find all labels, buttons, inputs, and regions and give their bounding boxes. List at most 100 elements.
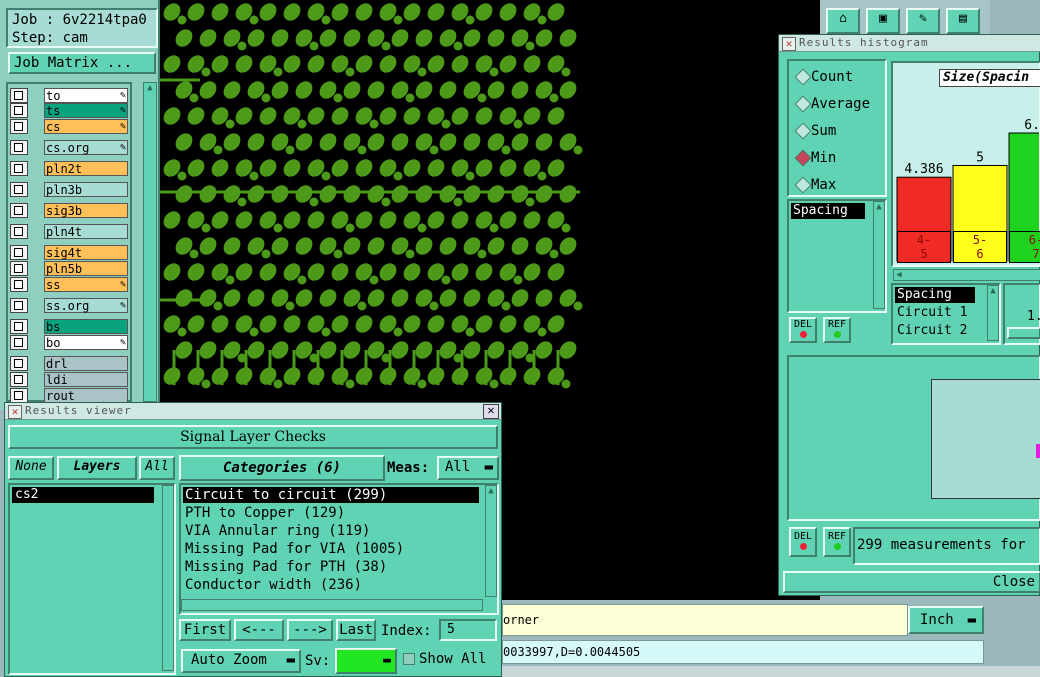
layer-list-scrollbar[interactable]: ▲	[143, 82, 157, 402]
layers-button[interactable]: Layers	[57, 456, 137, 480]
radio-min[interactable]	[794, 149, 812, 167]
layer-row-sig3b[interactable]: sig3b	[10, 203, 128, 218]
all-layers-button[interactable]: All	[139, 456, 175, 480]
meas-dropdown[interactable]: All ▬	[437, 456, 499, 480]
bar-value-label: 4.386	[904, 162, 943, 177]
layer-checkbox[interactable]	[10, 182, 28, 197]
signal-layer-checks-header[interactable]: Signal Layer Checks	[8, 425, 498, 449]
scroll-up-icon[interactable]: ▲	[486, 486, 496, 496]
radio-sum[interactable]	[794, 122, 812, 140]
preview-del-button[interactable]: DEL	[789, 527, 817, 557]
attribute-item[interactable]: Circuit 2	[897, 323, 967, 339]
attribute-item[interactable]: Spacing	[895, 287, 975, 303]
layer-row-drl[interactable]: drl	[10, 356, 128, 371]
prev-button[interactable]: <---	[234, 619, 284, 641]
slider-thumb[interactable]	[1007, 327, 1040, 339]
next-button[interactable]: --->	[287, 619, 333, 641]
index-input[interactable]: 5	[439, 619, 497, 641]
layer-row-bs[interactable]: bs	[10, 319, 128, 334]
layer-checkbox[interactable]	[10, 245, 28, 260]
scroll-up-icon[interactable]: ▲	[874, 202, 884, 212]
viewer-layer-item[interactable]: cs2	[12, 487, 154, 503]
categories-hscrollbar[interactable]	[181, 599, 483, 611]
layer-row-to[interactable]: to ✎	[10, 88, 128, 103]
radio-max[interactable]	[794, 176, 812, 194]
layer-row-pln3b[interactable]: pln3b	[10, 182, 128, 197]
layer-name: cs	[44, 119, 128, 134]
pcb-canvas[interactable]	[160, 0, 820, 410]
layer-row-pln5b[interactable]: pln5b	[10, 261, 128, 276]
results-viewer-titlebar[interactable]: ✕ Results viewer ✕	[5, 403, 501, 420]
layer-checkbox[interactable]	[10, 298, 28, 313]
none-button[interactable]: None	[8, 456, 54, 480]
toolbar-window-icon[interactable]: ▣	[866, 8, 900, 34]
scroll-up-icon[interactable]: ▲	[144, 83, 156, 93]
layer-row-cs-org[interactable]: cs.org ✎	[10, 140, 128, 155]
layer-checkbox[interactable]	[10, 319, 28, 334]
layer-checkbox[interactable]	[10, 335, 28, 350]
show-all-checkbox[interactable]	[403, 653, 415, 665]
scroll-left-icon[interactable]: ◀	[894, 270, 904, 280]
layer-checkbox[interactable]	[10, 372, 28, 387]
toolbar-edit-icon[interactable]: ✎	[906, 8, 940, 34]
ref-button[interactable]: REF	[823, 317, 851, 343]
close-icon[interactable]: ✕	[483, 404, 499, 419]
layer-checkbox[interactable]	[10, 119, 28, 134]
layer-checkbox[interactable]	[10, 277, 28, 292]
histogram-close-button[interactable]: Close	[783, 571, 1040, 593]
toolbar-layout-icon[interactable]: ▤	[946, 8, 980, 34]
layer-row-bo[interactable]: bo ✎	[10, 335, 128, 350]
histogram-category-label[interactable]: 5- 6	[953, 231, 1007, 263]
attribute-scrollbar[interactable]: ▲	[987, 285, 999, 341]
layer-checkbox[interactable]	[10, 103, 28, 118]
layer-row-pln4t[interactable]: pln4t	[10, 224, 128, 239]
layer-row-rout[interactable]: rout	[10, 388, 128, 403]
layer-checkbox[interactable]	[10, 388, 28, 403]
category-item[interactable]: Missing Pad for VIA (1005)	[183, 541, 479, 557]
attribute-item[interactable]: Circuit 1	[897, 305, 967, 321]
layer-checkbox[interactable]	[10, 224, 28, 239]
histogram-category-label[interactable]: 4- 5	[897, 231, 951, 263]
units-dropdown[interactable]: Inch ▬	[908, 606, 984, 634]
layer-checkbox[interactable]	[10, 261, 28, 276]
layer-row-ldi[interactable]: ldi	[10, 372, 128, 387]
window-menu-icon[interactable]: ✕	[782, 37, 796, 51]
layer-checkbox[interactable]	[10, 203, 28, 218]
categories-button[interactable]: Categories (6)	[179, 455, 385, 481]
layer-row-ts[interactable]: ts ✎	[10, 103, 128, 118]
layer-row-ss-org[interactable]: ss.org ✎	[10, 298, 128, 313]
layer-row-sig4t[interactable]: sig4t	[10, 245, 128, 260]
radio-average[interactable]	[794, 95, 812, 113]
layer-checkbox[interactable]	[10, 356, 28, 371]
scroll-up-icon[interactable]: ▲	[988, 286, 998, 296]
sv-color-dropdown[interactable]: ▬	[335, 648, 397, 674]
categories-scrollbar[interactable]: ▲	[485, 485, 497, 597]
viewer-layer-scrollbar[interactable]	[162, 485, 174, 671]
preview-ref-button[interactable]: REF	[823, 527, 851, 557]
layer-row-cs[interactable]: cs ✎	[10, 119, 128, 134]
measure-scrollbar[interactable]: ▲	[873, 201, 885, 309]
layer-row-ss[interactable]: ss ✎	[10, 277, 128, 292]
window-menu-icon[interactable]: ✕	[8, 405, 22, 419]
category-item[interactable]: VIA Annular ring (119)	[183, 523, 479, 539]
measure-item[interactable]: Spacing	[791, 203, 865, 219]
layer-checkbox[interactable]	[10, 140, 28, 155]
layer-checkbox[interactable]	[10, 161, 28, 176]
category-item[interactable]: Conductor width (236)	[183, 577, 479, 593]
toolbar-home-icon[interactable]: ⌂	[826, 8, 860, 34]
layer-row-pln2t[interactable]: pln2t	[10, 161, 128, 176]
category-item[interactable]: Missing Pad for PTH (38)	[183, 559, 479, 575]
job-matrix-button[interactable]: Job Matrix ...	[8, 52, 156, 74]
first-button[interactable]: First	[179, 619, 231, 641]
histogram-category-label[interactable]: 6- 7	[1009, 231, 1040, 263]
chart-hscrollbar[interactable]: ◀	[893, 269, 1040, 281]
auto-zoom-dropdown[interactable]: Auto Zoom ▬	[181, 649, 301, 673]
attribute-list: Spacing Circuit 1 Circuit 2 ▲	[891, 283, 1001, 345]
radio-count[interactable]	[794, 68, 812, 86]
layer-checkbox[interactable]	[10, 88, 28, 103]
del-button[interactable]: DEL	[789, 317, 817, 343]
category-item[interactable]: PTH to Copper (129)	[183, 505, 479, 521]
last-button[interactable]: Last	[336, 619, 376, 641]
category-item[interactable]: Circuit to circuit (299)	[183, 487, 479, 503]
histogram-titlebar[interactable]: ✕ Results histogram	[779, 35, 1040, 52]
